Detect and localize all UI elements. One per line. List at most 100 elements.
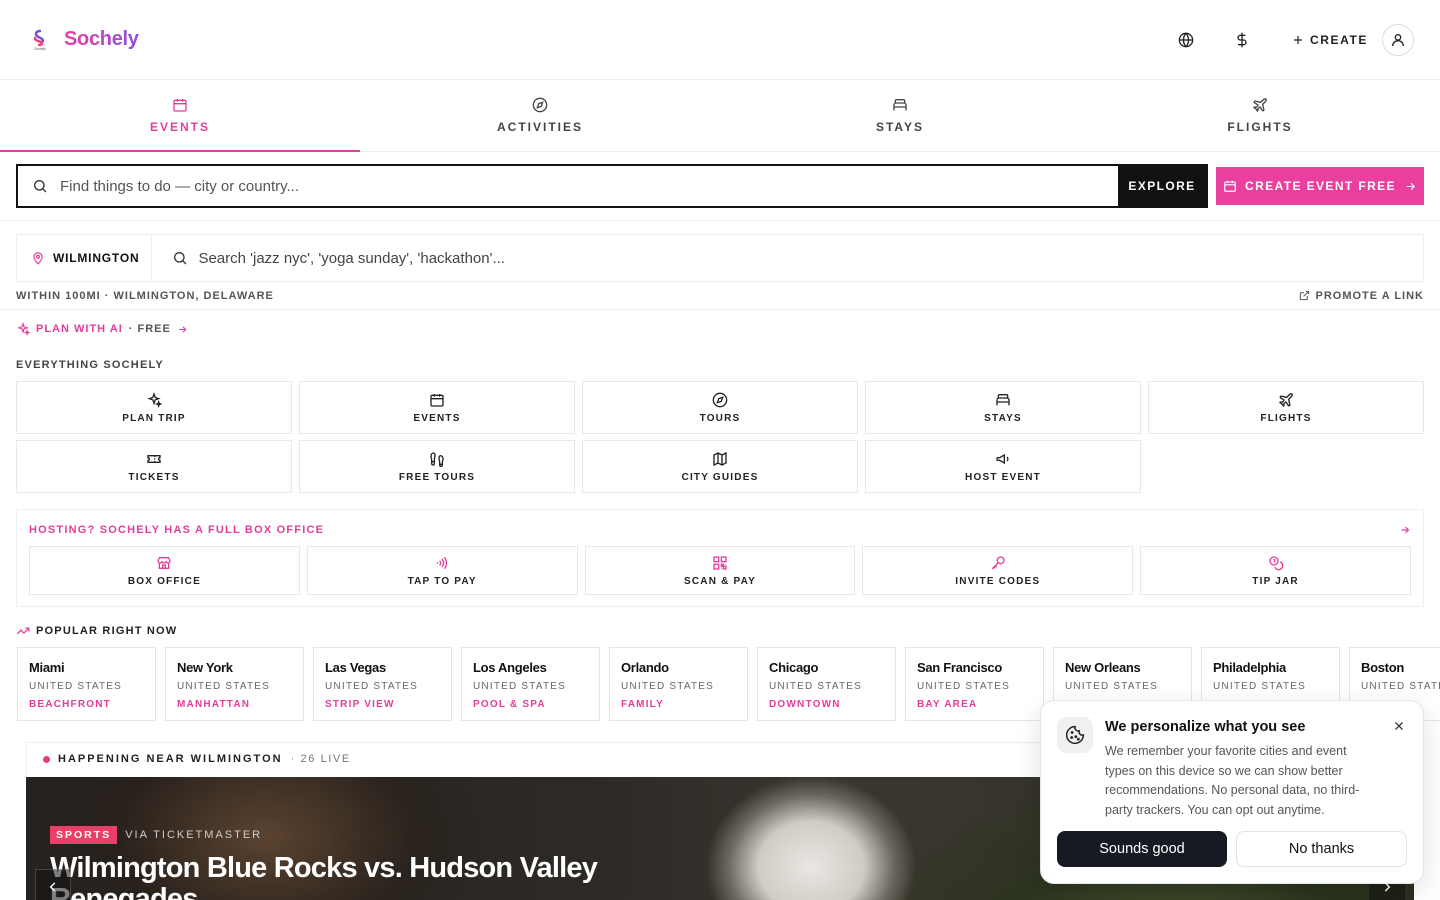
sochely-logo-icon: Sochely — [30, 29, 50, 51]
city-card-country: UNITED STATES — [1065, 681, 1159, 692]
user-avatar-button[interactable] — [1382, 23, 1414, 56]
city-card-tag: BEACHFRONT — [29, 699, 111, 710]
city-card[interactable]: Miami UNITED STATES BEACHFRONT — [17, 647, 156, 721]
host-label: TAP TO PAY — [407, 575, 477, 587]
search-icon — [34, 180, 47, 193]
destination-search-input[interactable] — [60, 166, 1118, 206]
service-host-event[interactable]: HOST EVENT — [865, 440, 1141, 493]
bed-icon — [996, 393, 1010, 405]
footprints-icon — [430, 451, 444, 467]
event-search-input[interactable] — [198, 249, 1423, 267]
city-card[interactable]: San Francisco UNITED STATES BAY AREA — [905, 647, 1044, 721]
ai-free-label: · FREE — [128, 323, 171, 335]
plane-icon — [1252, 98, 1267, 113]
map-icon — [713, 451, 727, 466]
create-event-label: CREATE EVENT FREE — [1245, 179, 1396, 193]
service-tours[interactable]: TOURS — [582, 381, 858, 434]
city-card-name: New Orleans — [1065, 660, 1141, 675]
host-invite-codes[interactable]: INVITE CODES — [862, 546, 1134, 595]
services-grid: PLAN TRIP EVENTS TOURS STAYS FLIGHTS TIC… — [0, 381, 1440, 493]
city-card-country: UNITED STATES — [1213, 681, 1307, 692]
brand-logo[interactable]: Sochely Sochely — [30, 28, 139, 51]
promote-label: PROMOTE A LINK — [1315, 289, 1424, 302]
city-card[interactable]: New York UNITED STATES MANHATTAN — [165, 647, 304, 721]
hosting-header[interactable]: HOSTING? SOCHELY HAS A FULL BOX OFFICE — [29, 522, 1411, 538]
calendar-icon — [430, 393, 444, 407]
tab-label: FLIGHTS — [1227, 120, 1293, 134]
city-card-name: Orlando — [621, 660, 669, 675]
host-label: TIP JAR — [1252, 575, 1299, 587]
tab-events[interactable]: EVENTS — [0, 80, 360, 152]
service-tickets[interactable]: TICKETS — [16, 440, 292, 493]
city-card-name: New York — [177, 660, 233, 675]
city-card-name: Boston — [1361, 660, 1404, 675]
service-flights[interactable]: FLIGHTS — [1148, 381, 1424, 434]
close-icon[interactable] — [1391, 718, 1407, 734]
svg-text:Sochely: Sochely — [34, 47, 46, 51]
city-card-country: UNITED STATES — [917, 681, 1011, 692]
service-label: TOURS — [699, 412, 741, 424]
city-selector[interactable]: WILMINGTON — [17, 235, 153, 281]
host-box-office[interactable]: BOX OFFICE — [29, 546, 300, 595]
plane-icon — [1278, 392, 1293, 407]
plan-with-ai-link[interactable]: PLAN WITH AI · FREE — [0, 310, 1440, 348]
service-plan-trip[interactable]: PLAN TRIP — [16, 381, 292, 434]
destination-search: EXPLORE — [16, 164, 1208, 208]
hosting-box: HOSTING? SOCHELY HAS A FULL BOX OFFICE B… — [16, 509, 1424, 607]
tab-label: EVENTS — [149, 120, 210, 134]
key-icon — [991, 555, 1005, 569]
service-label: STAYS — [984, 412, 1022, 424]
radius-text: WITHIN 100MI · WILMINGTON, DELAWARE — [16, 289, 274, 302]
host-label: SCAN & PAY — [683, 575, 756, 587]
create-button[interactable]: CREATE — [1292, 33, 1368, 47]
arrow-right-icon — [1401, 526, 1410, 534]
service-city-guides[interactable]: CITY GUIDES — [582, 440, 858, 493]
tab-activities[interactable]: ACTIVITIES — [360, 80, 720, 151]
city-card[interactable]: Los Angeles UNITED STATES POOL & SPA — [461, 647, 600, 721]
globe-icon[interactable] — [1174, 28, 1198, 52]
city-card-name: Las Vegas — [325, 660, 386, 675]
dialog-title: We personalize what you see — [1105, 719, 1306, 735]
city-card-name: Miami — [29, 660, 65, 675]
carousel-prev-button[interactable] — [35, 869, 71, 900]
event-search — [152, 249, 1423, 267]
external-link-icon — [1300, 290, 1310, 301]
search-row: EXPLORE CREATE EVENT FREE — [0, 152, 1440, 221]
header-actions: CREATE — [1174, 23, 1414, 56]
featured-event-title[interactable]: Wilmington Blue Rocks vs. Hudson Valley … — [50, 853, 610, 900]
live-dot-icon — [43, 755, 50, 763]
brand-name: Sochely — [64, 28, 139, 50]
decline-button[interactable]: No thanks — [1236, 831, 1407, 867]
city-card-tag: STRIP VIEW — [325, 699, 395, 710]
dollar-icon[interactable] — [1230, 28, 1254, 52]
host-label: BOX OFFICE — [127, 575, 201, 587]
search-icon — [174, 251, 187, 265]
host-tip-jar[interactable]: TIP JAR — [1140, 546, 1411, 595]
explore-button[interactable]: EXPLORE — [1118, 166, 1206, 206]
service-free-tours[interactable]: FREE TOURS — [299, 440, 575, 493]
hosting-heading: HOSTING? SOCHELY HAS A FULL BOX OFFICE — [29, 524, 325, 536]
plus-icon — [1293, 35, 1302, 44]
cookie-icon — [1057, 717, 1093, 753]
city-card-tag: POOL & SPA — [473, 699, 546, 710]
host-scan-pay[interactable]: SCAN & PAY — [584, 546, 856, 595]
city-card[interactable]: Chicago UNITED STATES DOWNTOWN — [757, 647, 896, 721]
category-badge: SPORTS — [50, 826, 118, 844]
city-card[interactable]: Las Vegas UNITED STATES STRIP VIEW — [313, 647, 452, 721]
tab-stays[interactable]: STAYS — [720, 80, 1080, 151]
accept-button[interactable]: Sounds good — [1057, 831, 1227, 867]
coins-icon — [1268, 555, 1283, 570]
dialog-body: We remember your favorite cities and eve… — [1105, 744, 1360, 817]
contactless-icon — [436, 556, 448, 569]
trending-up-icon — [16, 627, 30, 635]
service-events[interactable]: EVENTS — [299, 381, 575, 434]
tab-flights[interactable]: FLIGHTS — [1080, 80, 1440, 151]
create-event-button[interactable]: CREATE EVENT FREE — [1216, 167, 1424, 205]
promote-link[interactable]: PROMOTE A LINK — [1299, 290, 1424, 302]
city-card[interactable]: Orlando UNITED STATES FAMILY — [609, 647, 748, 721]
host-tap-to-pay[interactable]: TAP TO PAY — [306, 546, 578, 595]
arrow-right-icon — [179, 325, 187, 333]
user-icon — [1392, 33, 1404, 46]
top-header: Sochely Sochely CREATE — [0, 0, 1440, 80]
service-stays[interactable]: STAYS — [865, 381, 1141, 434]
